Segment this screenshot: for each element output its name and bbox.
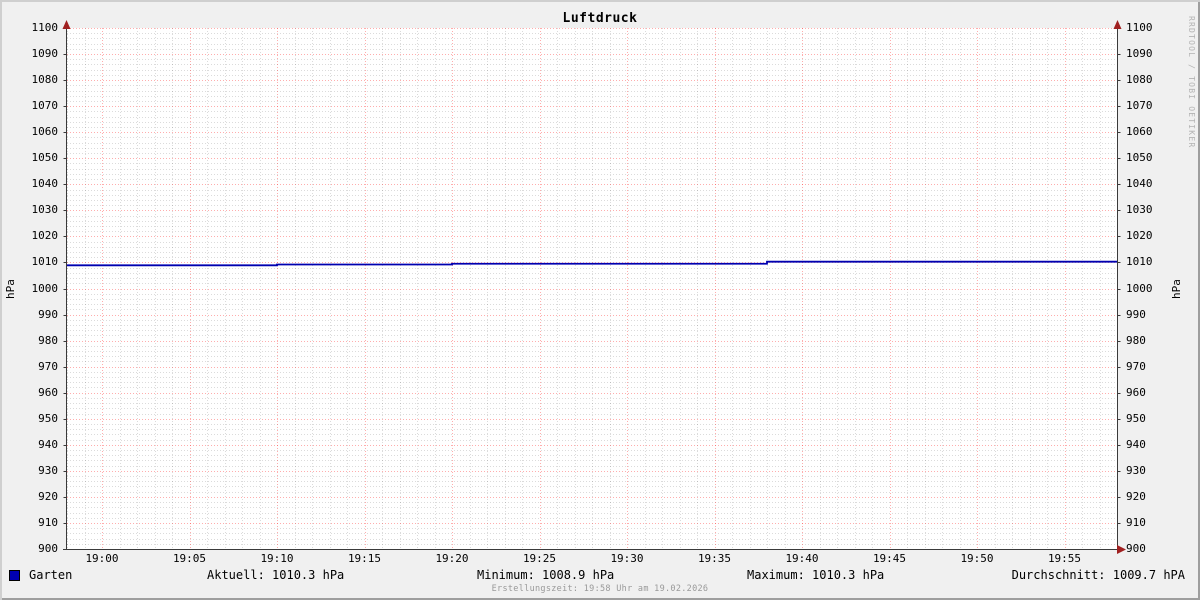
y-tick-label-right: 1040: [1126, 177, 1153, 191]
y-tick-label-left: 960: [38, 385, 58, 399]
y-tick-label-right: 980: [1126, 333, 1146, 347]
x-tick-label: 19:45: [872, 552, 907, 565]
stat-aktuell: Aktuell: 1010.3 hPa: [207, 568, 345, 582]
stat-maximum: Maximum: 1010.3 hPa: [747, 568, 885, 582]
y-tick-label-right: 1010: [1126, 255, 1153, 269]
y-tick-label-right: 950: [1126, 411, 1146, 425]
y-tick-label-left: 1090: [31, 47, 59, 61]
y-tick-label-left: 990: [38, 307, 58, 321]
rrdtool-graph-frame: Luftdruck 900 910 920 930 940 950 960 970 980 990…: [0, 0, 1200, 600]
x-tick-label: 19:05: [172, 552, 207, 565]
y-tick-label-left: 900: [38, 542, 58, 555]
y-tick-label-right: 1100: [1126, 21, 1153, 34]
x-tick-label: 19:25: [522, 552, 557, 565]
y-tick-label-left: 910: [38, 515, 58, 529]
y-tick-label-right: 970: [1126, 359, 1146, 373]
y-tick-label-right: 1050: [1126, 151, 1153, 165]
stat-durchschnitt: Durchschnitt: 1009.7 hPA: [1011, 568, 1185, 582]
y-tick-label-left: 950: [38, 411, 58, 425]
y-tick-label-left: 940: [38, 437, 58, 451]
y-tick-label-right: 920: [1126, 489, 1146, 503]
y-tick-label-left: 1060: [31, 125, 59, 139]
x-tick-label: 19:55: [1047, 552, 1082, 565]
x-tick-label: 19:10: [260, 552, 294, 565]
y-tick-label-right: 960: [1126, 385, 1146, 399]
legend-series-label: Garten: [29, 568, 73, 582]
y-tick-label-left: 1050: [31, 151, 59, 165]
y-tick-label-right: 910: [1126, 515, 1146, 529]
y-tick-label-right: 990: [1126, 307, 1146, 321]
y-tick-label-left: 920: [38, 489, 58, 503]
creation-timestamp: Erstellungszeit: 19:58 Uhr am 19.02.2026: [491, 584, 709, 594]
y-tick-label-left: 1080: [31, 73, 59, 87]
chart-svg: [62, 20, 1126, 554]
y-tick-label-left: 970: [38, 359, 58, 373]
y-tick-label-right: 930: [1126, 463, 1146, 477]
y-tick-label-left: 930: [38, 463, 58, 477]
x-tick-label: 19:40: [785, 552, 819, 565]
x-tick-label: 19:20: [435, 552, 469, 565]
y-tick-label-left: 980: [38, 333, 58, 347]
y-tick-label-right: 1070: [1126, 99, 1153, 113]
major-gridlines: [67, 28, 1117, 550]
x-tick-label: 19:35: [697, 552, 732, 565]
y-axis-title-left: hPa: [4, 279, 17, 299]
x-tick-label: 19:30: [610, 552, 644, 565]
y-axis-title-right: hPa: [1170, 279, 1183, 299]
y-tick-label-right: 900: [1126, 542, 1146, 555]
y-tick-label-left: 1040: [31, 177, 59, 191]
y-tick-label-right: 1090: [1126, 47, 1153, 61]
y-tick-label-left: 1030: [31, 203, 59, 217]
y-tick-label-right: 1030: [1126, 203, 1153, 217]
x-tick-label: 19:50: [960, 552, 994, 565]
axis-arrows: [62, 20, 1126, 554]
y-tick-label-left: 1100: [31, 21, 59, 34]
y-tick-label-right: 1020: [1126, 229, 1153, 243]
y-tick-label-right: 1080: [1126, 73, 1153, 87]
y-tick-label-left: 1020: [31, 229, 59, 243]
y-tick-label-right: 1060: [1126, 125, 1153, 139]
y-tick-label-left: 1070: [31, 99, 59, 113]
y-tick-label-right: 940: [1126, 437, 1146, 451]
y-tick-label-left: 1010: [31, 255, 59, 269]
x-tick-label: 19:15: [347, 552, 382, 565]
x-tick-label: 19:00: [85, 552, 119, 565]
stat-minimum: Minimum: 1008.9 hPa: [477, 568, 615, 582]
rrdtool-watermark: RRDTOOL / TOBI OETIKER: [1187, 16, 1196, 149]
legend-color-swatch: [9, 570, 20, 581]
